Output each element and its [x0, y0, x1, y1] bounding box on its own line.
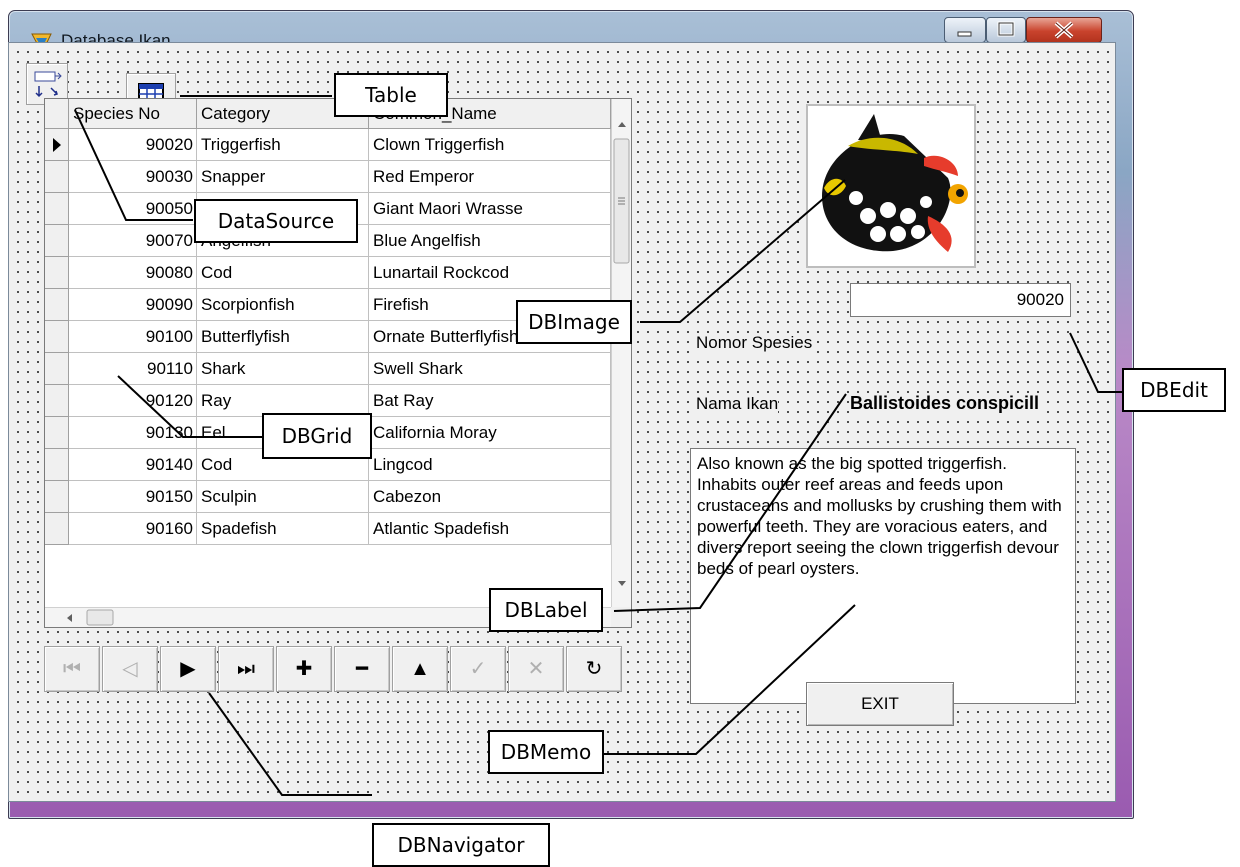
callout-dbimage: DBImage	[516, 300, 632, 344]
callout-dbedit: DBEdit	[1122, 368, 1226, 412]
callout-lines	[74, 95, 1122, 796]
callout-dbgrid: DBGrid	[262, 413, 372, 459]
callout-table: Table	[334, 73, 448, 117]
callout-dbmemo: DBMemo	[488, 730, 604, 774]
callout-datasource: DataSource	[194, 199, 358, 243]
callout-dblabel: DBLabel	[489, 588, 603, 632]
callout-dbnavigator: DBNavigator	[372, 823, 550, 867]
